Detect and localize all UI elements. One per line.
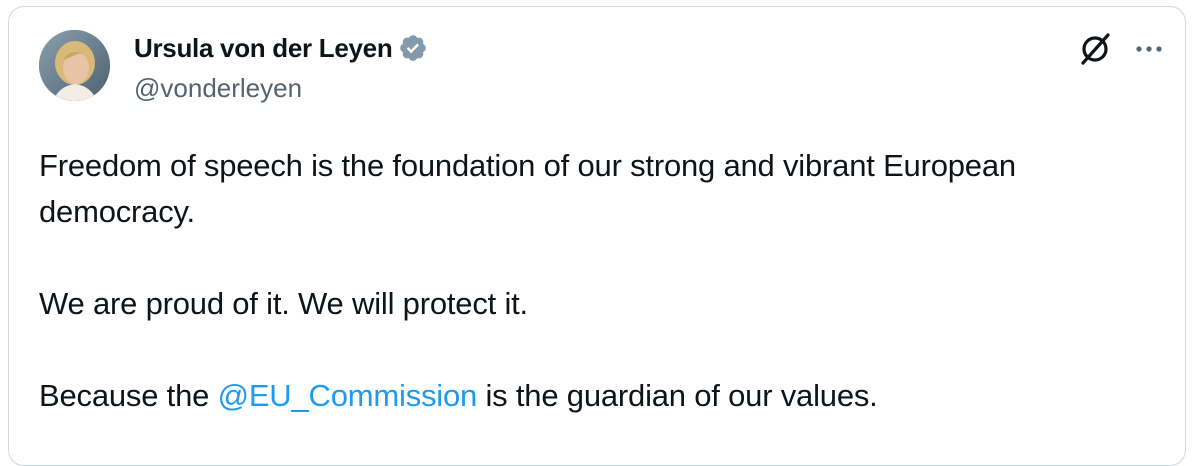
author-handle[interactable]: @vonderleyen	[134, 73, 302, 104]
tweet-paragraph-1: Freedom of speech is the foundation of o…	[39, 148, 1016, 229]
tweet-paragraph-2: We are proud of it. We will protect it.	[39, 286, 528, 321]
verified-badge-icon	[398, 33, 428, 63]
tweet-text-suffix: is the guardian of our values.	[477, 378, 878, 413]
tweet-text-prefix: Because the	[39, 378, 218, 413]
tweet-paragraph-3: Because the @EU_Commission is the guardi…	[39, 373, 1169, 419]
grok-icon[interactable]	[1075, 29, 1115, 69]
tweet-text: Freedom of speech is the foundation of o…	[39, 143, 1169, 419]
avatar[interactable]	[39, 30, 110, 101]
mention-link[interactable]: @EU_Commission	[218, 378, 478, 413]
more-options-icon[interactable]	[1131, 37, 1167, 61]
tweet-card[interactable]: Ursula von der Leyen @vonderleyen Freedo…	[8, 6, 1186, 466]
author-display-name[interactable]: Ursula von der Leyen	[134, 33, 393, 64]
author-name-row[interactable]: Ursula von der Leyen	[134, 31, 428, 65]
